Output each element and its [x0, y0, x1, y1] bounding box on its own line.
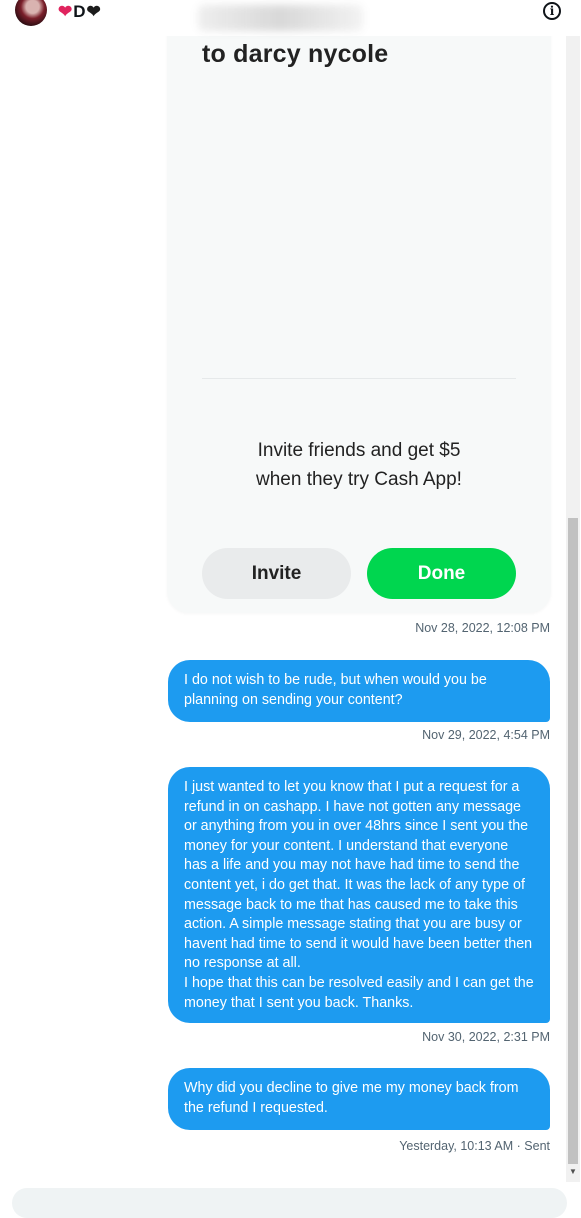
message-bubble[interactable]: I just wanted to let you know that I put… [168, 767, 550, 1023]
invite-promo-text: Invite friends and get $5 when they try … [202, 436, 516, 494]
invite-promo-line-2: when they try Cash App! [256, 469, 462, 490]
scroll-down-arrow-icon[interactable]: ▼ [568, 1166, 578, 1176]
message-timestamp: Nov 30, 2022, 2:31 PM [422, 1030, 550, 1044]
message-timestamp: Nov 29, 2022, 4:54 PM [422, 728, 550, 742]
title-letter: D [73, 2, 86, 21]
info-icon[interactable]: i [543, 2, 561, 20]
card-divider [202, 378, 516, 379]
avatar[interactable] [15, 0, 47, 26]
message-timestamp: Yesterday, 10:13 AM · Sent [399, 1139, 550, 1153]
invite-promo-line-1: Invite friends and get $5 [257, 440, 461, 461]
black-heart-icon: ❤ [86, 2, 101, 21]
message-timestamp: Nov 28, 2022, 12:08 PM [415, 621, 550, 635]
message-paragraph: I hope that this can be resolved easily … [184, 974, 534, 1011]
done-button[interactable]: Done [367, 548, 516, 599]
blurred-text [198, 5, 363, 31]
payment-recipient-line: to darcy nycole [202, 40, 389, 68]
message-bubble[interactable]: I do not wish to be rude, but when would… [168, 660, 550, 722]
conversation-title[interactable]: ❤ D ❤ [58, 2, 101, 22]
invite-button[interactable]: Invite [202, 548, 351, 599]
message-composer[interactable] [12, 1188, 567, 1218]
message-bubble[interactable]: Why did you decline to give me my money … [168, 1068, 550, 1130]
scrollbar-thumb[interactable] [568, 518, 578, 1164]
message-paragraph: I just wanted to let you know that I put… [184, 779, 533, 972]
payment-card [167, 0, 551, 613]
sparkling-heart-icon: ❤ [58, 2, 73, 21]
